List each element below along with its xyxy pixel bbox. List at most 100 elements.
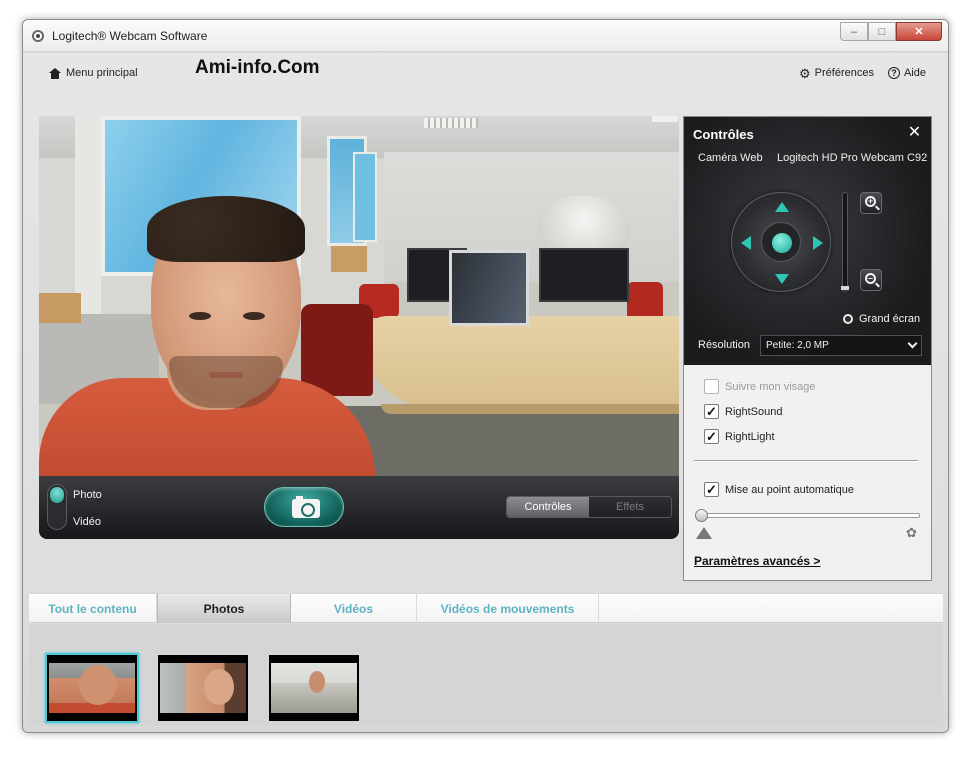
preview-ceiling-light	[424, 118, 478, 128]
camera-icon	[292, 496, 320, 518]
gear-icon: ⚙	[799, 65, 811, 81]
resolution-value: Petite: 2,0 MP	[766, 340, 829, 351]
tab-effects[interactable]: Effets	[589, 497, 671, 517]
follow-face-option[interactable]: Suivre mon visage	[704, 379, 816, 394]
photo-thumbnail[interactable]	[269, 655, 359, 721]
controls-dark-area: Contrôles ✕ Caméra Web Logitech HD Pro W…	[684, 117, 931, 365]
mode-photo-label[interactable]: Photo	[73, 489, 102, 501]
tilt-down-icon[interactable]	[775, 274, 789, 284]
advanced-settings-link[interactable]: Paramètres avancés >	[694, 554, 820, 568]
pan-tilt-pad	[731, 192, 831, 292]
preview-person-mouth	[209, 372, 243, 378]
camera-select[interactable]: Logitech HD Pro Webcam C92	[777, 152, 927, 164]
zoom-slider-handle[interactable]	[841, 286, 849, 290]
zoom-in-icon: +	[865, 196, 876, 207]
preview-desk-edge	[381, 404, 679, 414]
tab-all-content[interactable]: Tout le contenu	[29, 594, 157, 623]
help-label: Aide	[903, 67, 926, 79]
rightlight-option[interactable]: ✓ RightLight	[704, 429, 775, 444]
preview-person-eye	[243, 312, 265, 320]
follow-face-label: Suivre mon visage	[725, 380, 816, 393]
preview-person-hair	[147, 196, 305, 262]
photo-thumbnail[interactable]	[158, 655, 248, 721]
zoom-in-icon-handle	[875, 205, 880, 211]
photo-video-toggle[interactable]	[47, 484, 67, 530]
help-icon: ?	[887, 67, 900, 79]
preview-person-eye	[189, 312, 211, 320]
thumbnail-image	[271, 663, 357, 713]
webcam-preview	[39, 116, 679, 476]
zoom-in-button[interactable]: +	[860, 192, 882, 214]
menu-principal-link[interactable]: Menu principal	[49, 67, 138, 79]
preview-box	[39, 293, 81, 323]
preferences-label: Préférences	[814, 67, 874, 79]
preview-desk	[364, 316, 679, 408]
thumbnail-image	[160, 663, 246, 713]
rightlight-checkbox[interactable]: ✓	[704, 429, 719, 444]
zoom-out-icon: –	[865, 273, 876, 284]
capture-toolbar: Photo Vidéo Contrôles Effets	[39, 476, 679, 539]
preview-box	[331, 246, 367, 272]
content-tabs: Tout le contenu Photos Vidéos Vidéos de …	[29, 593, 943, 623]
zoom-slider[interactable]	[841, 192, 849, 292]
preview-window	[353, 152, 377, 242]
autofocus-checkbox[interactable]: ✓	[704, 482, 719, 497]
resolution-label: Résolution	[698, 339, 750, 351]
preview-plastic-cover	[539, 196, 629, 256]
zoom-out-button[interactable]: –	[860, 269, 882, 291]
tab-controls[interactable]: Contrôles	[507, 497, 589, 517]
pan-left-icon[interactable]	[741, 236, 751, 250]
tab-motion-videos[interactable]: Vidéos de mouvements	[417, 594, 599, 623]
minimize-button[interactable]: –	[840, 22, 868, 41]
home-icon	[49, 67, 61, 79]
zoom-out-icon-handle	[875, 282, 880, 288]
mountain-icon	[696, 527, 712, 539]
focus-slider-handle[interactable]	[695, 509, 708, 522]
capture-photo-button[interactable]	[264, 487, 344, 527]
header-links: ⚙ Préférences ? Aide	[799, 65, 926, 81]
close-controls-icon[interactable]: ✕	[907, 125, 922, 141]
panel-switcher: Contrôles Effets	[506, 496, 672, 518]
preview-monitor	[539, 248, 629, 302]
flower-icon: ✿	[906, 525, 917, 540]
toggle-knob	[50, 487, 64, 503]
fullscreen-radio[interactable]	[843, 314, 853, 324]
fullscreen-label: Grand écran	[859, 313, 921, 325]
main-content: Menu principal Ami-info.Com ⚙ Préférence…	[23, 53, 948, 732]
webcam-app-icon	[32, 30, 44, 42]
window-title: Logitech® Webcam Software	[52, 29, 208, 43]
tab-videos[interactable]: Vidéos	[291, 594, 417, 623]
fullscreen-option[interactable]: Grand écran	[843, 313, 920, 325]
follow-face-checkbox[interactable]	[704, 379, 719, 394]
help-link[interactable]: ? Aide	[887, 67, 926, 79]
menu-principal-label: Menu principal	[66, 67, 138, 79]
controls-panel: Contrôles ✕ Caméra Web Logitech HD Pro W…	[683, 116, 932, 581]
preferences-link[interactable]: ⚙ Préférences	[799, 65, 874, 81]
rightsound-option[interactable]: ✓ RightSound	[704, 404, 783, 419]
divider	[694, 460, 918, 461]
photo-gallery	[29, 624, 943, 726]
pan-tilt-center-button[interactable]	[772, 233, 792, 253]
preview-monitor	[449, 250, 529, 326]
close-button[interactable]: ✕	[896, 22, 942, 41]
preview-chair	[301, 304, 373, 396]
resolution-select[interactable]: Petite: 2,0 MP	[760, 335, 922, 356]
window-controls: – □ ✕	[840, 22, 942, 41]
photo-thumbnail[interactable]	[45, 653, 139, 723]
mode-video-label[interactable]: Vidéo	[73, 516, 101, 528]
thumbnail-image	[49, 663, 135, 713]
controls-title: Contrôles	[693, 127, 754, 142]
autofocus-label: Mise au point automatique	[725, 483, 855, 496]
rightsound-checkbox[interactable]: ✓	[704, 404, 719, 419]
chevron-down-icon	[907, 338, 918, 349]
rightsound-label: RightSound	[725, 405, 783, 418]
pan-right-icon[interactable]	[813, 236, 823, 250]
maximize-button[interactable]: □	[868, 22, 896, 41]
tab-photos[interactable]: Photos	[157, 594, 291, 623]
watermark-text: Ami-info.Com	[195, 57, 320, 78]
focus-slider[interactable]	[695, 509, 920, 522]
preview-ceiling-light	[652, 116, 678, 122]
tilt-up-icon[interactable]	[775, 202, 789, 212]
autofocus-option[interactable]: ✓ Mise au point automatique	[704, 482, 854, 497]
preview-floor	[339, 406, 679, 476]
